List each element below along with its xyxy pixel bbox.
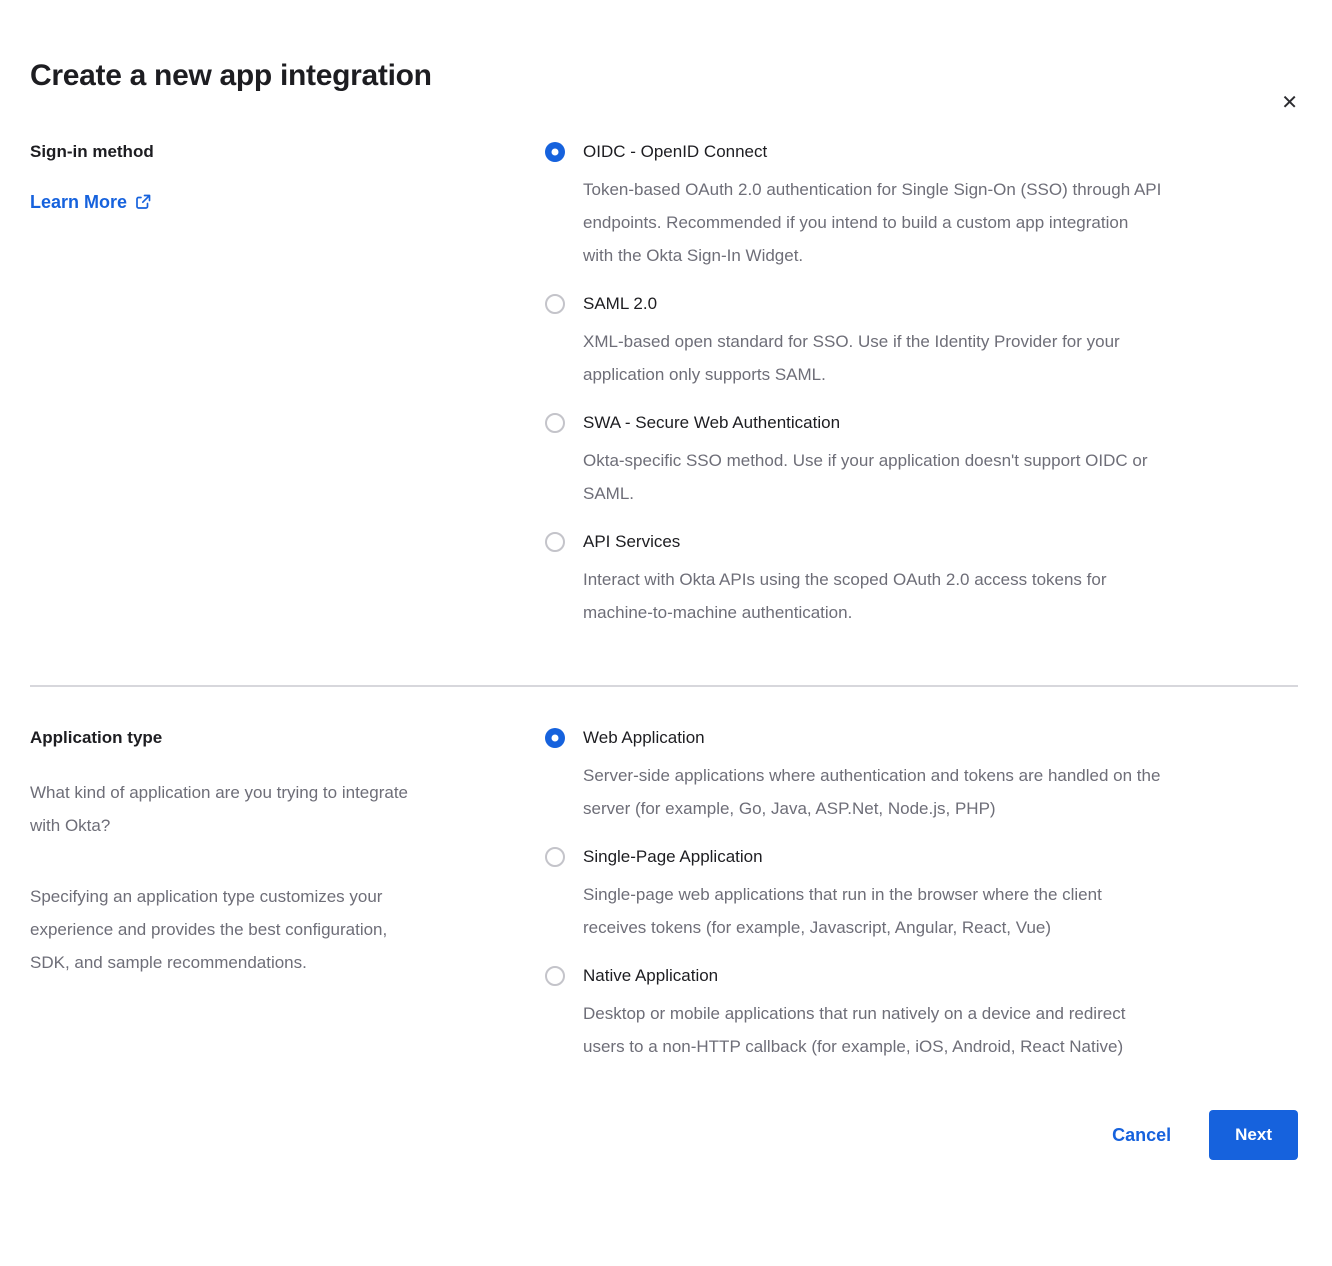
- close-icon[interactable]: ✕: [1281, 92, 1298, 112]
- apptype-option-native-description: Desktop or mobile applications that run …: [583, 997, 1125, 1063]
- signin-option-api-services-description: Interact with Okta APIs using the scoped…: [583, 563, 1107, 629]
- dialog-footer: Cancel Next: [30, 1110, 1298, 1160]
- radio-web-application[interactable]: [545, 728, 565, 748]
- signin-option-oidc-label[interactable]: OIDC - OpenID Connect: [583, 140, 1161, 164]
- radio-oidc[interactable]: [545, 142, 565, 162]
- signin-option-swa-text: SWA - Secure Web Authentication Okta-spe…: [583, 411, 1148, 510]
- signin-option-oidc-description: Token-based OAuth 2.0 authentication for…: [583, 173, 1161, 272]
- signin-option-api-services-text: API Services Interact with Okta APIs usi…: [583, 530, 1107, 629]
- application-type-options: Web Application Server-side applications…: [545, 726, 1298, 1063]
- radio-api-services[interactable]: [545, 532, 565, 552]
- apptype-option-spa-text: Single-Page Application Single-page web …: [583, 845, 1102, 944]
- apptype-option-web-label[interactable]: Web Application: [583, 726, 1160, 750]
- radio-native-application[interactable]: [545, 966, 565, 986]
- apptype-option-web-description: Server-side applications where authentic…: [583, 759, 1160, 825]
- signin-option-api-services[interactable]: API Services Interact with Okta APIs usi…: [545, 530, 1298, 629]
- signin-method-heading: Sign-in method: [30, 140, 500, 164]
- radio-saml[interactable]: [545, 294, 565, 314]
- apptype-option-spa-label[interactable]: Single-Page Application: [583, 845, 1102, 869]
- apptype-option-web[interactable]: Web Application Server-side applications…: [545, 726, 1298, 825]
- apptype-option-native-label[interactable]: Native Application: [583, 964, 1125, 988]
- apptype-option-spa[interactable]: Single-Page Application Single-page web …: [545, 845, 1298, 944]
- signin-option-swa[interactable]: SWA - Secure Web Authentication Okta-spe…: [545, 411, 1298, 510]
- apptype-option-web-text: Web Application Server-side applications…: [583, 726, 1160, 825]
- signin-option-saml-label[interactable]: SAML 2.0: [583, 292, 1120, 316]
- create-app-integration-modal: ✕ Create a new app integration Sign-in m…: [0, 56, 1332, 1160]
- apptype-option-spa-description: Single-page web applications that run in…: [583, 878, 1102, 944]
- section-divider: [30, 685, 1298, 687]
- learn-more-label: Learn More: [30, 191, 127, 213]
- external-link-icon: [135, 194, 151, 210]
- signin-option-swa-label[interactable]: SWA - Secure Web Authentication: [583, 411, 1148, 435]
- page-title: Create a new app integration: [30, 56, 1298, 96]
- signin-option-oidc-text: OIDC - OpenID Connect Token-based OAuth …: [583, 140, 1161, 272]
- cancel-button[interactable]: Cancel: [1112, 1125, 1171, 1146]
- apptype-option-native[interactable]: Native Application Desktop or mobile app…: [545, 964, 1298, 1063]
- signin-option-saml-description: XML-based open standard for SSO. Use if …: [583, 325, 1120, 391]
- signin-option-saml[interactable]: SAML 2.0 XML-based open standard for SSO…: [545, 292, 1298, 391]
- apptype-option-native-text: Native Application Desktop or mobile app…: [583, 964, 1125, 1063]
- learn-more-link[interactable]: Learn More: [30, 191, 151, 213]
- application-type-explanation: Specifying an application type customize…: [30, 880, 500, 979]
- radio-swa[interactable]: [545, 413, 565, 433]
- application-type-heading: Application type: [30, 726, 500, 750]
- signin-option-oidc[interactable]: OIDC - OpenID Connect Token-based OAuth …: [545, 140, 1298, 272]
- signin-method-options: OIDC - OpenID Connect Token-based OAuth …: [545, 140, 1298, 629]
- application-type-left-column: Application type What kind of applicatio…: [30, 726, 500, 1063]
- signin-method-left-column: Sign-in method Learn More: [30, 140, 500, 629]
- application-type-question: What kind of application are you trying …: [30, 776, 500, 842]
- signin-option-swa-description: Okta-specific SSO method. Use if your ap…: [583, 444, 1148, 510]
- application-type-section: Application type What kind of applicatio…: [30, 726, 1298, 1063]
- signin-method-section: Sign-in method Learn More OIDC - OpenID …: [30, 140, 1298, 629]
- signin-option-api-services-label[interactable]: API Services: [583, 530, 1107, 554]
- radio-single-page-application[interactable]: [545, 847, 565, 867]
- signin-option-saml-text: SAML 2.0 XML-based open standard for SSO…: [583, 292, 1120, 391]
- next-button[interactable]: Next: [1209, 1110, 1298, 1160]
